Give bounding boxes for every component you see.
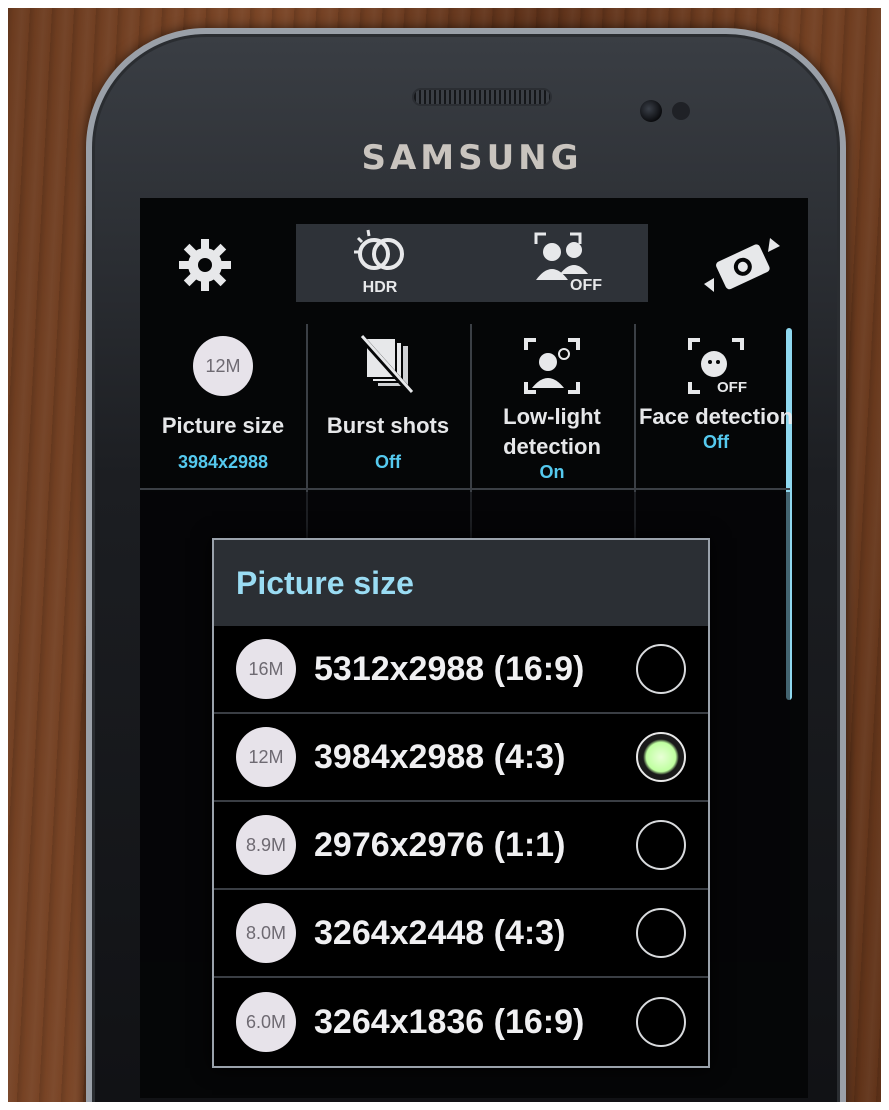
size-badge: 6.0M <box>236 992 296 1052</box>
picture-size-option[interactable]: 8.9M 2976x2976 (1:1) <box>214 802 708 890</box>
setting-label: Picture size <box>161 413 285 438</box>
setting-value: Off <box>703 432 729 452</box>
setting-value: 3984x2988 <box>177 452 269 472</box>
setting-label: Face detection <box>638 404 794 429</box>
radio-button[interactable] <box>636 820 686 870</box>
picture-size-option[interactable]: 16M 5312x2988 (16:9) <box>214 626 708 714</box>
option-label: 3984x2988 (4:3) <box>314 737 566 776</box>
hdr-icon-label: HDR <box>363 279 398 296</box>
face-detection-off-icon: OFF <box>634 330 798 402</box>
brand-logo: SAMSUNG <box>361 138 583 178</box>
setting-label: Low-light detection <box>503 404 601 459</box>
burst-off-icon <box>306 330 470 402</box>
size-badge: 8.0M <box>236 903 296 963</box>
photo-background: SAMSUNG HDR OFF 12M Picture size 3984x29… <box>8 8 881 1102</box>
face-off-label: OFF <box>570 277 602 294</box>
camera-top-toolbar: HDR OFF <box>140 224 808 302</box>
face-detection-off-icon[interactable]: OFF <box>528 228 608 298</box>
setting-label: Burst shots <box>326 413 450 438</box>
earpiece-speaker <box>412 88 552 106</box>
size-badge: 8.9M <box>236 815 296 875</box>
proximity-sensor <box>672 102 690 120</box>
option-label: 5312x2988 (16:9) <box>314 649 585 688</box>
grid-divider <box>140 488 790 490</box>
size-badge: 16M <box>236 639 296 699</box>
dialog-title-bar: Picture size <box>214 540 708 626</box>
picture-size-dialog: Picture size 16M 5312x2988 (16:9) 12M 39… <box>212 538 710 1068</box>
low-light-icon <box>470 330 634 402</box>
size-badge: 12M <box>193 336 253 396</box>
setting-low-light[interactable]: Low-light detection On <box>470 330 634 483</box>
setting-value: Off <box>375 452 401 472</box>
size-badge-icon: 12M <box>140 330 306 402</box>
setting-value: On <box>539 462 565 482</box>
switch-camera-icon[interactable] <box>700 230 784 300</box>
hdr-icon[interactable]: HDR <box>340 228 420 298</box>
radio-button-selected[interactable] <box>636 732 686 782</box>
settings-gear-icon[interactable] <box>170 230 240 300</box>
svg-text:OFF: OFF <box>717 379 747 396</box>
radio-button[interactable] <box>636 908 686 958</box>
radio-button[interactable] <box>636 997 686 1047</box>
setting-burst-shots[interactable]: Burst shots Off <box>306 330 470 473</box>
setting-picture-size[interactable]: 12M Picture size 3984x2988 <box>140 330 306 473</box>
picture-size-option[interactable]: 6.0M 3264x1836 (16:9) <box>214 978 708 1066</box>
option-label: 2976x2976 (1:1) <box>314 825 566 864</box>
picture-size-option[interactable]: 12M 3984x2988 (4:3) <box>214 714 708 802</box>
option-label: 3264x1836 (16:9) <box>314 1002 585 1041</box>
setting-face-detection[interactable]: OFF Face detection Off <box>634 330 798 453</box>
dialog-title: Picture size <box>236 564 414 601</box>
radio-button[interactable] <box>636 644 686 694</box>
size-badge: 12M <box>236 727 296 787</box>
option-label: 3264x2448 (4:3) <box>314 913 566 952</box>
front-camera-lens <box>640 100 662 122</box>
picture-size-option[interactable]: 8.0M 3264x2448 (4:3) <box>214 890 708 978</box>
